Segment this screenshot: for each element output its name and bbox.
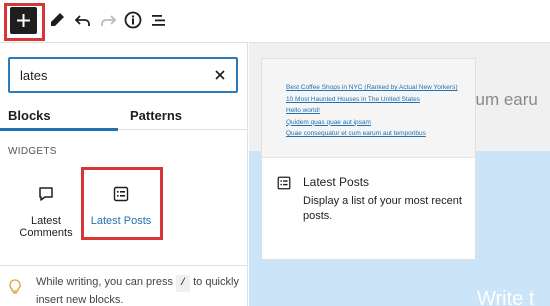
section-title: WIDGETS	[8, 146, 57, 157]
latest-posts-highlight	[81, 167, 163, 240]
block-preview: Best Coffee Shops in NYC (Ranked by Actu…	[261, 58, 476, 260]
lightbulb-icon	[9, 279, 21, 294]
block-latest-comments[interactable]: Latest Comments	[10, 169, 82, 239]
redo-icon	[101, 15, 117, 26]
divider	[0, 265, 247, 266]
editor-canvas[interactable]: cum earu Write t Best Coffee Shops in NY…	[249, 42, 550, 306]
tab-blocks[interactable]: Blocks	[8, 108, 51, 123]
tools-button[interactable]	[46, 9, 68, 31]
comment-icon	[39, 187, 53, 201]
preview-post-link: 10 Most Haunted Houses in The United Sta…	[286, 95, 420, 103]
tab-patterns[interactable]: Patterns	[130, 108, 182, 123]
placeholder-fragment: Write t	[477, 288, 535, 306]
redo-button[interactable]	[97, 9, 119, 31]
search-input[interactable]: lates	[8, 57, 238, 93]
list-view-icon	[152, 15, 165, 26]
block-inserter-panel: lates Blocks Patterns WIDGETS Latest Com…	[0, 42, 248, 306]
details-button[interactable]	[122, 9, 144, 31]
search-input-value: lates	[20, 68, 48, 83]
preview-title: Latest Posts	[303, 175, 370, 189]
add-button-highlight	[4, 3, 45, 41]
close-icon[interactable]	[214, 69, 226, 81]
preview-area: Best Coffee Shops in NYC (Ranked by Actu…	[262, 59, 475, 158]
preview-post-list: Best Coffee Shops in NYC (Ranked by Actu…	[286, 82, 458, 140]
undo-button[interactable]	[72, 9, 94, 31]
undo-icon	[74, 15, 90, 26]
block-label: Latest Comments	[19, 215, 73, 239]
pencil-icon	[51, 13, 64, 26]
active-tab-indicator	[0, 128, 118, 131]
post-title-fragment: cum earu	[467, 90, 538, 109]
preview-post-link: Hello world!	[286, 107, 320, 114]
list-view-button[interactable]	[148, 9, 170, 31]
tip-text-before: While writing, you can press	[36, 276, 173, 288]
preview-post-link: Quae consequatur et cum earum aut tempor…	[286, 130, 426, 137]
info-icon	[124, 11, 142, 29]
inserter-tip: While writing, you can press / to quickl…	[36, 274, 241, 306]
preview-post-link: Best Coffee Shops in NYC (Ranked by Actu…	[286, 84, 458, 91]
post-list-icon	[277, 176, 291, 190]
shortcut-key: /	[176, 275, 191, 292]
top-toolbar	[0, 0, 550, 42]
inserter-tabs: Blocks Patterns	[0, 101, 247, 131]
preview-description: Display a list of your most recent posts…	[303, 195, 462, 222]
preview-post-link: Quidem quas quae aut ipsam	[286, 118, 371, 126]
